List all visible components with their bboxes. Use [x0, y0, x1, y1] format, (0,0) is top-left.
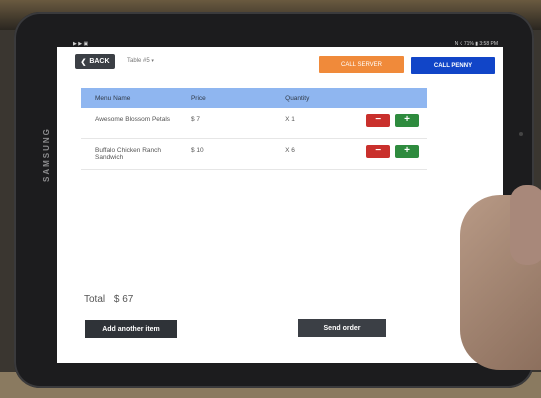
column-header-actions	[349, 88, 427, 108]
column-header-menu-name: Menu Name	[95, 94, 131, 102]
item-quantity: X 6	[285, 147, 295, 154]
add-another-item-button[interactable]: Add another item	[85, 320, 177, 338]
increase-quantity-button[interactable]: +	[395, 145, 419, 158]
increase-quantity-button[interactable]: +	[395, 114, 419, 127]
call-penny-button[interactable]: CALL PENNY	[411, 57, 495, 74]
app-screen: ❮ BACK Table #5 ▾ CALL SERVER CALL PENNY…	[57, 47, 503, 363]
table-row: Buffalo Chicken Ranch Sandwich $ 10 X 6 …	[81, 139, 427, 170]
back-label: BACK	[89, 58, 110, 65]
sensor-dot	[519, 132, 523, 136]
table-header-row: Menu Name Price Quantity	[81, 88, 427, 108]
item-actions: − +	[349, 108, 427, 139]
send-order-button[interactable]: Send order	[298, 319, 386, 337]
item-actions: − +	[349, 139, 427, 170]
column-header-quantity: Quantity	[285, 94, 310, 102]
table-select-value: Table #5	[127, 58, 150, 64]
call-server-button[interactable]: CALL SERVER	[319, 56, 404, 73]
item-quantity: X 1	[285, 116, 295, 123]
total-amount: $ 67	[113, 294, 134, 305]
chevron-left-icon: ❮	[80, 58, 87, 66]
back-button[interactable]: ❮ BACK	[75, 54, 115, 69]
total-label: Total	[84, 294, 106, 305]
table-select[interactable]: Table #5 ▾	[127, 58, 154, 64]
decrease-quantity-button[interactable]: −	[366, 114, 391, 127]
decrease-quantity-button[interactable]: −	[366, 145, 391, 158]
order-table: Menu Name Price Quantity Awesome Blossom…	[81, 88, 427, 170]
caret-down-icon: ▾	[151, 58, 154, 64]
item-name: Buffalo Chicken Ranch Sandwich	[95, 147, 162, 161]
user-finger	[510, 185, 541, 265]
order-total: Total $ 67	[84, 294, 133, 305]
item-price: $ 10	[190, 147, 204, 154]
item-name: Awesome Blossom Petals	[95, 116, 171, 123]
column-header-price: Price	[190, 94, 206, 102]
item-price: $ 7	[190, 116, 200, 123]
device-brand: SAMSUNG	[42, 127, 51, 182]
table-row: Awesome Blossom Petals $ 7 X 1 − +	[81, 108, 427, 139]
